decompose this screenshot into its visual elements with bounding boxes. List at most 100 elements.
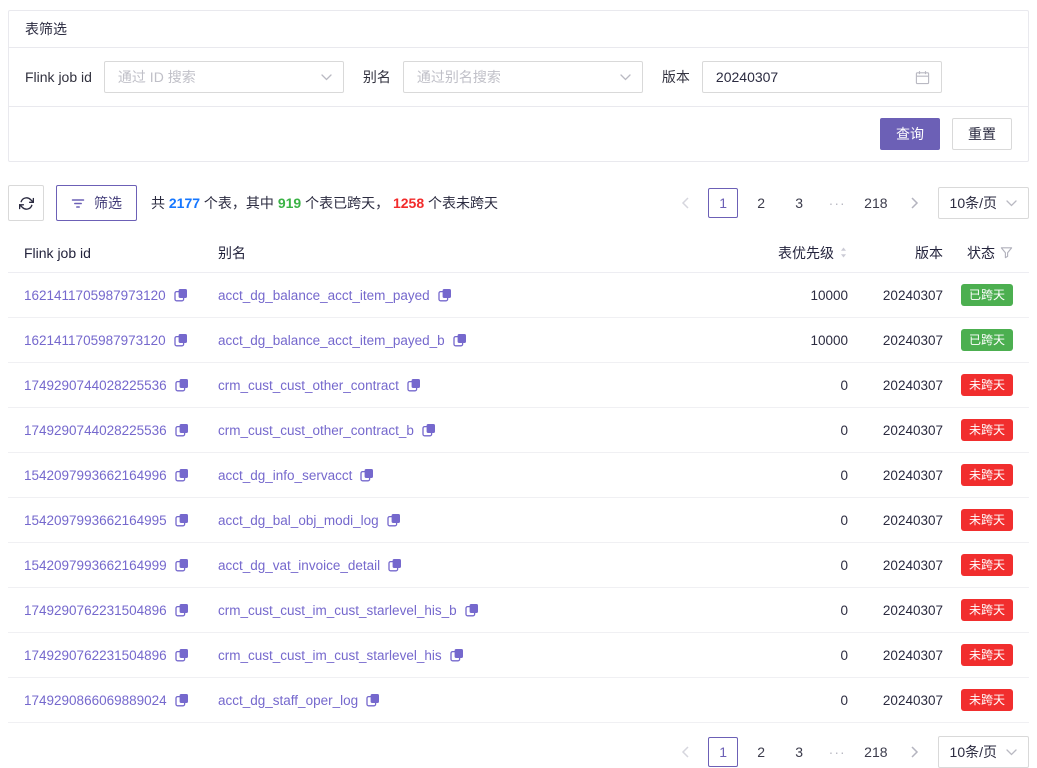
copy-icon[interactable]: [175, 648, 189, 662]
flink-job-id-select[interactable]: [104, 61, 344, 93]
status-badge: 已跨天: [961, 329, 1013, 351]
refresh-icon: [19, 196, 34, 211]
chevron-down-icon: [1006, 749, 1017, 756]
table-row: 1621411705987973120 acct_dg_balance_acct…: [8, 273, 1029, 318]
copy-icon[interactable]: [175, 513, 189, 527]
alias-link[interactable]: acct_dg_info_servacct: [218, 468, 352, 483]
table-row: 1749290866069889024 acct_dg_staff_oper_l…: [8, 678, 1029, 723]
priority-value: 10000: [753, 288, 848, 303]
copy-icon[interactable]: [175, 468, 189, 482]
alias-link[interactable]: crm_cust_cust_other_contract: [218, 378, 399, 393]
table-header-row: Flink job id 别名 表优先级 版本 状态: [8, 233, 1029, 273]
alias-link[interactable]: crm_cust_cust_im_cust_starlevel_his_b: [218, 603, 457, 618]
copy-icon[interactable]: [438, 288, 452, 302]
copy-icon[interactable]: [360, 468, 374, 482]
copy-icon[interactable]: [174, 333, 188, 347]
filter-card-title: 表筛选: [9, 11, 1028, 48]
flink-job-id-link[interactable]: 1542097993662164996: [24, 468, 167, 483]
total-count: 2177: [169, 195, 200, 211]
prev-page-button[interactable]: [670, 737, 700, 767]
page-button-2[interactable]: 2: [746, 737, 776, 767]
priority-value: 0: [753, 378, 848, 393]
copy-icon[interactable]: [422, 423, 436, 437]
crossed-count: 919: [278, 195, 301, 211]
page-button-1[interactable]: 1: [708, 188, 738, 218]
priority-value: 0: [753, 603, 848, 618]
uncrossed-count: 1258: [393, 195, 424, 211]
copy-icon[interactable]: [450, 648, 464, 662]
copy-icon[interactable]: [175, 423, 189, 437]
flink-job-id-link[interactable]: 1542097993662164995: [24, 513, 167, 528]
alias-link[interactable]: acct_dg_balance_acct_item_payed: [218, 288, 430, 303]
copy-icon[interactable]: [174, 288, 188, 302]
copy-icon[interactable]: [175, 558, 189, 572]
page-button-2[interactable]: 2: [746, 188, 776, 218]
sorter-icon[interactable]: [839, 246, 848, 259]
page-button-last[interactable]: 218: [860, 188, 891, 218]
prev-page-button[interactable]: [670, 188, 700, 218]
header-priority-label: 表优先级: [778, 243, 834, 263]
page-button-last[interactable]: 218: [860, 737, 891, 767]
flink-job-id-link[interactable]: 1749290744028225536: [24, 378, 167, 393]
version-input[interactable]: [714, 68, 907, 86]
page-size-select[interactable]: 10条/页: [938, 187, 1029, 219]
pagination-bottom-wrap: 1 2 3 ··· 218 10条/页: [8, 736, 1029, 768]
alias-link[interactable]: acct_dg_bal_obj_modi_log: [218, 513, 379, 528]
page-button-3[interactable]: 3: [784, 737, 814, 767]
next-page-button[interactable]: [900, 188, 930, 218]
alias-input[interactable]: [415, 68, 612, 86]
field-alias: 别名: [363, 61, 643, 93]
flink-job-id-input[interactable]: [116, 68, 313, 86]
priority-value: 0: [753, 558, 848, 573]
flink-job-id-link[interactable]: 1542097993662164999: [24, 558, 167, 573]
field-flink-job-id: Flink job id: [25, 61, 344, 93]
table-body: 1621411705987973120 acct_dg_balance_acct…: [8, 273, 1029, 723]
flink-job-id-link[interactable]: 1749290866069889024: [24, 693, 167, 708]
summary-text: 个表，其中: [200, 195, 278, 211]
flink-job-id-link[interactable]: 1749290744028225536: [24, 423, 167, 438]
filter-button[interactable]: 筛选: [56, 185, 137, 221]
version-value: 20240307: [848, 288, 943, 303]
filter-fields-row: Flink job id 别名 版本: [9, 48, 1028, 107]
flink-job-id-link[interactable]: 1749290762231504896: [24, 603, 167, 618]
copy-icon[interactable]: [388, 558, 402, 572]
copy-icon[interactable]: [387, 513, 401, 527]
page-button-3[interactable]: 3: [784, 188, 814, 218]
alias-link[interactable]: acct_dg_staff_oper_log: [218, 693, 358, 708]
filter-actions-row: 查询 重置: [9, 107, 1028, 161]
alias-link[interactable]: crm_cust_cust_other_contract_b: [218, 423, 414, 438]
status-badge: 未跨天: [961, 374, 1013, 396]
query-button[interactable]: 查询: [880, 118, 940, 150]
page-button-1[interactable]: 1: [708, 737, 738, 767]
status-badge: 未跨天: [961, 464, 1013, 486]
version-value: 20240307: [848, 468, 943, 483]
flink-job-id-link[interactable]: 1621411705987973120: [24, 288, 166, 303]
reset-button[interactable]: 重置: [952, 118, 1012, 150]
flink-job-id-label: Flink job id: [25, 69, 92, 85]
header-status[interactable]: 状态: [943, 243, 1013, 263]
page-size-select[interactable]: 10条/页: [938, 736, 1029, 768]
flink-job-id-link[interactable]: 1749290762231504896: [24, 648, 167, 663]
alias-select[interactable]: [403, 61, 643, 93]
header-priority[interactable]: 表优先级: [753, 243, 848, 263]
table-row: 1749290744028225536 crm_cust_cust_other_…: [8, 363, 1029, 408]
copy-icon[interactable]: [175, 603, 189, 617]
next-page-button[interactable]: [900, 737, 930, 767]
version-date-picker[interactable]: [702, 61, 942, 93]
alias-link[interactable]: acct_dg_balance_acct_item_payed_b: [218, 333, 445, 348]
header-version: 版本: [848, 243, 943, 263]
alias-link[interactable]: crm_cust_cust_im_cust_starlevel_his: [218, 648, 442, 663]
copy-icon[interactable]: [175, 693, 189, 707]
flink-job-id-link[interactable]: 1621411705987973120: [24, 333, 166, 348]
copy-icon[interactable]: [453, 333, 467, 347]
copy-icon[interactable]: [465, 603, 479, 617]
status-badge: 未跨天: [961, 689, 1013, 711]
copy-icon[interactable]: [407, 378, 421, 392]
alias-link[interactable]: acct_dg_vat_invoice_detail: [218, 558, 380, 573]
copy-icon[interactable]: [366, 693, 380, 707]
version-value: 20240307: [848, 648, 943, 663]
copy-icon[interactable]: [175, 378, 189, 392]
page-ellipsis: ···: [822, 737, 852, 767]
filter-funnel-icon[interactable]: [1000, 246, 1013, 259]
refresh-button[interactable]: [8, 185, 44, 221]
